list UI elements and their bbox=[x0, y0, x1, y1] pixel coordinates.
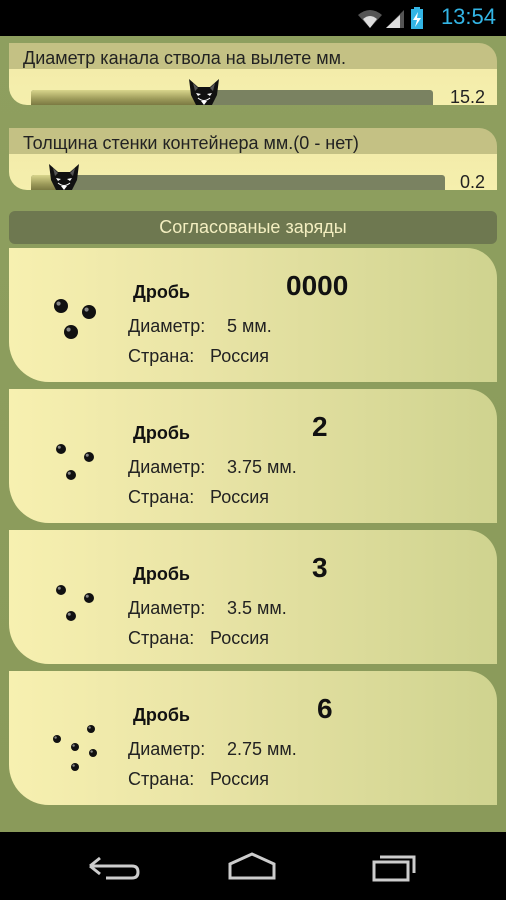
section-header: Согласованые заряды bbox=[9, 211, 497, 244]
diameter-value: 2.75 мм. bbox=[227, 739, 297, 759]
pellet-highlight bbox=[67, 471, 71, 475]
diameter-label: Диаметр: bbox=[128, 316, 206, 336]
pellet-highlight bbox=[72, 744, 75, 747]
diameter-label: Диаметр: bbox=[128, 457, 206, 477]
pellet-highlight bbox=[90, 750, 93, 753]
pellet-highlight bbox=[88, 726, 91, 729]
home-button[interactable] bbox=[222, 846, 282, 886]
back-icon bbox=[89, 856, 140, 880]
charge-type: Дробь bbox=[133, 705, 190, 725]
charge-type: Дробь bbox=[133, 564, 190, 584]
bore-diameter-label: Диаметр канала ствола на вылете мм. bbox=[23, 48, 346, 68]
country-value: Россия bbox=[210, 487, 270, 507]
pellet-highlight bbox=[85, 594, 89, 598]
pellet bbox=[71, 763, 79, 771]
pellet bbox=[84, 452, 94, 462]
diameter-label: Диаметр: bbox=[128, 739, 206, 759]
diameter-value: 3.75 мм. bbox=[227, 457, 297, 477]
charge-number: 0000 bbox=[286, 270, 349, 301]
pellet bbox=[56, 585, 66, 595]
pellets-icon bbox=[54, 299, 96, 339]
pellet bbox=[54, 299, 68, 313]
pellet-highlight bbox=[85, 453, 89, 457]
signal-icon bbox=[386, 10, 404, 28]
charge-type: Дробь bbox=[133, 423, 190, 443]
recent-apps-button[interactable] bbox=[364, 846, 424, 886]
status-clock: 13:54 bbox=[440, 4, 496, 29]
container-wall-label: Толщина стенки контейнера мм.(0 - нет) bbox=[23, 133, 359, 153]
charge-card[interactable]: Дробь 3 Диаметр: 3.5 мм. Страна: Россия bbox=[9, 530, 497, 664]
pellet-highlight bbox=[72, 764, 75, 767]
home-icon bbox=[228, 852, 276, 880]
pellets-icon bbox=[56, 585, 94, 621]
diameter-label: Диаметр: bbox=[128, 598, 206, 618]
country-value: Россия bbox=[210, 628, 270, 648]
container-wall-track[interactable] bbox=[31, 175, 445, 190]
pellet-highlight bbox=[57, 445, 61, 449]
main-content: Диаметр канала ствола на вылете мм. 15.2… bbox=[0, 36, 506, 832]
bore-diameter-value: 15.2 bbox=[449, 87, 485, 105]
bore-diameter-fill bbox=[31, 90, 204, 105]
back-button[interactable] bbox=[82, 846, 142, 886]
pellet bbox=[87, 725, 95, 733]
navigation-bar bbox=[0, 832, 506, 900]
wolf-thumb-icon[interactable] bbox=[46, 162, 82, 190]
pellets-icon bbox=[53, 725, 97, 771]
country-label: Страна: bbox=[128, 487, 195, 507]
pellet bbox=[89, 749, 97, 757]
charge-card[interactable]: Дробь 2 Диаметр: 3.75 мм. Страна: Россия bbox=[9, 389, 497, 523]
wolf-thumb-icon[interactable] bbox=[186, 77, 222, 105]
status-bar: 13:54 bbox=[0, 0, 506, 36]
pellets-icon bbox=[56, 444, 94, 480]
pellet bbox=[53, 735, 61, 743]
pellet-highlight bbox=[54, 736, 57, 739]
pellet bbox=[66, 470, 76, 480]
country-label: Страна: bbox=[128, 346, 195, 366]
battery-charging-icon bbox=[411, 7, 423, 29]
charge-card[interactable]: Дробь 0000 Диаметр: 5 мм. Страна: Россия bbox=[9, 248, 497, 382]
diameter-value: 3.5 мм. bbox=[227, 598, 287, 618]
recent-apps-icon bbox=[372, 855, 416, 882]
pellet-highlight bbox=[67, 612, 71, 616]
country-value: Россия bbox=[210, 769, 270, 789]
pellet bbox=[82, 305, 96, 319]
bore-diameter-slider-card: Диаметр канала ствола на вылете мм. 15.2 bbox=[9, 43, 497, 105]
charge-card[interactable]: Дробь 6 Диаметр: 2.75 мм. Страна: Россия bbox=[9, 671, 497, 805]
country-label: Страна: bbox=[128, 628, 195, 648]
diameter-value: 5 мм. bbox=[227, 316, 272, 336]
charge-number: 2 bbox=[312, 411, 328, 442]
container-wall-slider-card: Толщина стенки контейнера мм.(0 - нет) 0… bbox=[9, 128, 497, 190]
wifi-icon bbox=[358, 10, 382, 28]
charge-number: 6 bbox=[317, 693, 333, 724]
country-label: Страна: bbox=[128, 769, 195, 789]
pellet-highlight bbox=[66, 327, 71, 332]
pellet-highlight bbox=[56, 301, 61, 306]
pellet bbox=[84, 593, 94, 603]
pellet-highlight bbox=[84, 307, 89, 312]
charge-number: 3 bbox=[312, 552, 328, 583]
container-wall-value: 0.2 bbox=[459, 172, 485, 190]
pellet bbox=[56, 444, 66, 454]
country-value: Россия bbox=[210, 346, 270, 366]
pellet bbox=[71, 743, 79, 751]
pellet bbox=[64, 325, 78, 339]
charge-type: Дробь bbox=[133, 282, 190, 302]
pellet bbox=[66, 611, 76, 621]
pellet-highlight bbox=[57, 586, 61, 590]
status-icons bbox=[356, 6, 428, 30]
